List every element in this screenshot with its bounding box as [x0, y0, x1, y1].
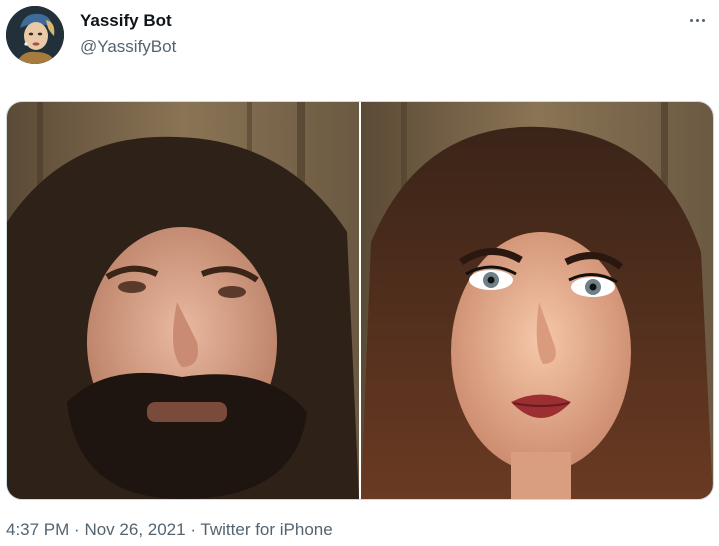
media-image-yassified[interactable] [361, 102, 713, 499]
meta-separator: · [190, 520, 196, 539]
yassified-photo [361, 102, 713, 499]
tweet-source[interactable]: Twitter for iPhone [200, 520, 332, 539]
more-options-icon[interactable] [685, 10, 709, 30]
media-image-original[interactable] [7, 102, 359, 499]
tweet-metadata: 4:37 PM · Nov 26, 2021 · Twitter for iPh… [6, 519, 333, 541]
user-handle[interactable]: @YassifyBot [80, 36, 176, 58]
more-dot [701, 18, 705, 22]
avatar-image [6, 6, 64, 64]
more-dot [695, 18, 699, 22]
original-photo [7, 102, 359, 499]
display-name[interactable]: Yassify Bot [80, 10, 172, 32]
avatar[interactable] [6, 6, 64, 64]
more-dot [689, 18, 693, 22]
meta-separator: · [74, 520, 80, 539]
tweet-media[interactable] [6, 101, 714, 500]
tweet-date[interactable]: Nov 26, 2021 [84, 520, 185, 539]
tweet-time[interactable]: 4:37 PM [6, 520, 69, 539]
